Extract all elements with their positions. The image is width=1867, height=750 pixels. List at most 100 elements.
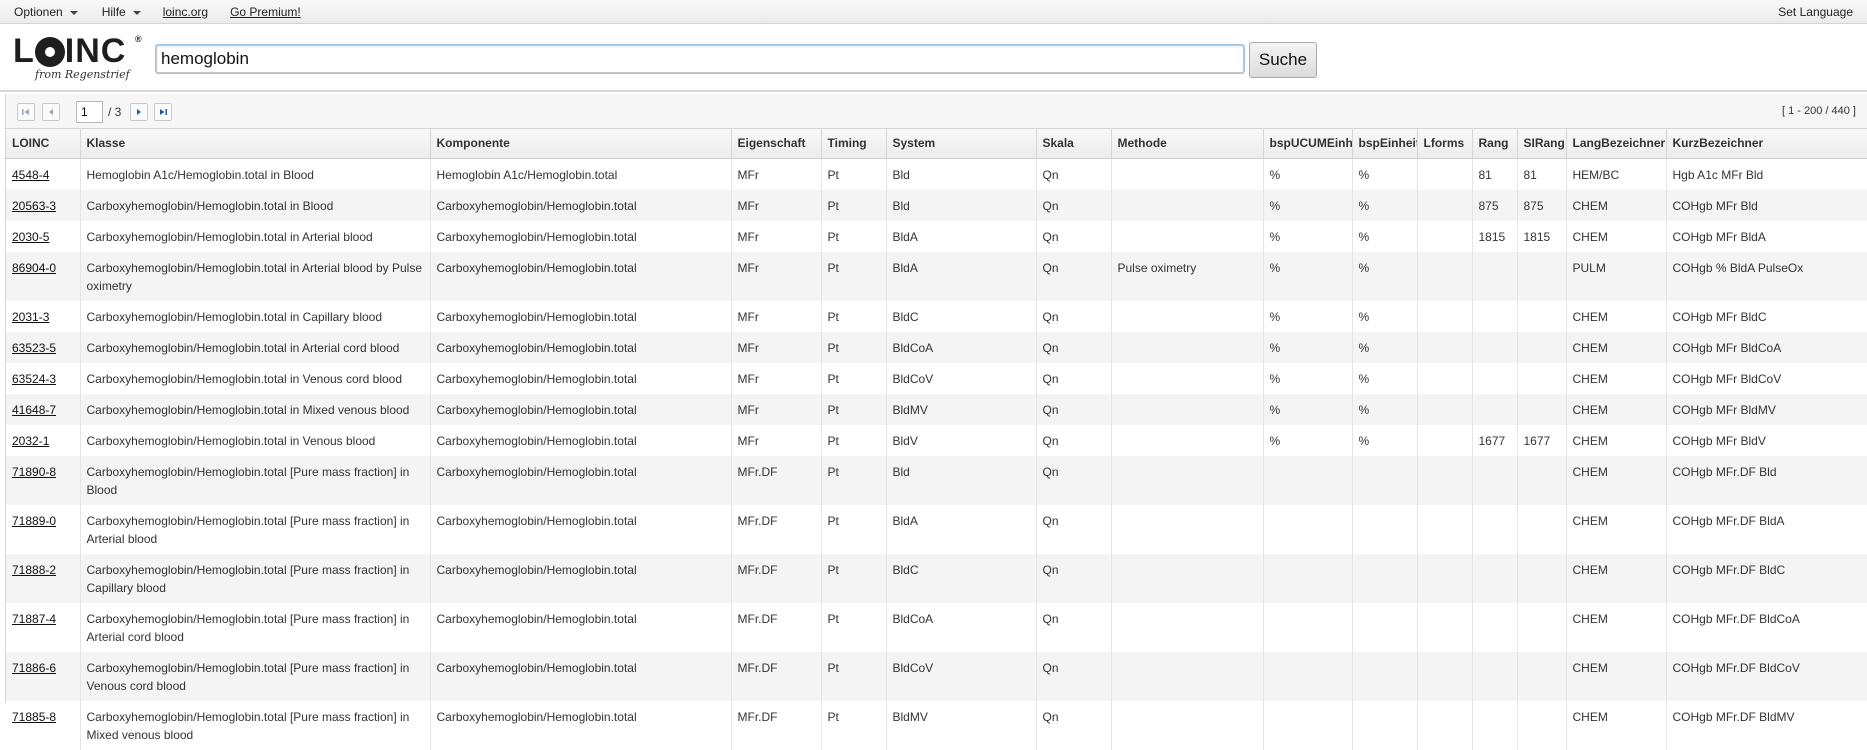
table-cell — [1417, 300, 1473, 332]
table-row[interactable]: 2031-3 Carboxyhemoglobin/Hemoglobin.total… — [6, 300, 1867, 332]
table-cell: Carboxyhemoglobin/Hemoglobin.total — [430, 424, 732, 456]
table-cell: COHgb MFr BldCoA — [1666, 331, 1867, 363]
table-row[interactable]: 2032-1 Carboxyhemoglobin/Hemoglobin.total… — [6, 424, 1867, 456]
loinc-code-link[interactable]: 2032-1 — [12, 434, 49, 448]
loinc-code-link[interactable]: 2031-3 — [12, 310, 49, 324]
page-number-input[interactable] — [76, 101, 103, 123]
table-row[interactable]: 63523-5 Carboxyhemoglobin/Hemoglobin.tota… — [6, 331, 1867, 363]
table-cell: 2032-1 — [6, 424, 81, 456]
table-cell: Pt — [821, 300, 887, 332]
next-page-button[interactable] — [130, 103, 148, 121]
table-cell — [1111, 455, 1264, 505]
table-row[interactable]: 2030-5 Carboxyhemoglobin/Hemoglobin.total… — [6, 220, 1867, 252]
column-header[interactable]: Komponente — [430, 129, 732, 159]
column-header[interactable]: Timing — [821, 129, 887, 159]
loinc-code-link[interactable]: 4548-4 — [12, 168, 49, 182]
table-cell: BldA — [886, 504, 1037, 554]
set-language-menu[interactable]: Set Language — [1778, 5, 1853, 19]
loinc-code-link[interactable]: 86904-0 — [12, 261, 56, 275]
table-cell: COHgb MFr.DF BldCoV — [1666, 651, 1867, 701]
table-cell: COHgb MFr.DF Bld — [1666, 455, 1867, 505]
table-cell: Pulse oximetry — [1111, 251, 1264, 301]
table-cell: Carboxyhemoglobin/Hemoglobin.total [Pure… — [80, 504, 431, 554]
column-header[interactable]: LOINC — [6, 129, 81, 159]
column-header[interactable]: KurzBezeichner — [1666, 129, 1867, 159]
loinc-code-link[interactable]: 63524-3 — [12, 372, 56, 386]
table-cell: Pt — [821, 189, 887, 221]
first-page-button[interactable] — [17, 103, 35, 121]
table-cell — [1111, 362, 1264, 394]
loinc-code-link[interactable]: 71890-8 — [12, 465, 56, 479]
loinc-code-link[interactable]: 71887-4 — [12, 612, 56, 626]
table-row[interactable]: 63524-3 Carboxyhemoglobin/Hemoglobin.tota… — [6, 362, 1867, 394]
menu-optionen[interactable]: Optionen — [14, 5, 78, 19]
table-row[interactable]: 71885-8 Carboxyhemoglobin/Hemoglobin.tota… — [6, 700, 1867, 750]
column-header[interactable]: Eigenschaft — [731, 129, 822, 159]
table-cell: 63524-3 — [6, 362, 81, 394]
table-cell — [1263, 602, 1353, 652]
menu-hilfe[interactable]: Hilfe — [102, 5, 141, 19]
column-header[interactable]: Rang — [1472, 129, 1518, 159]
table-cell: CHEM — [1566, 331, 1667, 363]
column-header[interactable]: Skala — [1036, 129, 1112, 159]
go-premium-link[interactable]: Go Premium! — [230, 5, 301, 19]
table-cell: Qn — [1036, 362, 1112, 394]
column-header[interactable]: Methode — [1111, 129, 1264, 159]
table-row[interactable]: 4548-4 Hemoglobin A1c/Hemoglobin.total in… — [6, 158, 1867, 190]
table-row[interactable]: 86904-0 Carboxyhemoglobin/Hemoglobin.tota… — [6, 251, 1867, 301]
column-header[interactable]: Klasse — [80, 129, 431, 159]
chevron-down-icon — [132, 11, 141, 15]
table-cell — [1111, 158, 1264, 190]
column-header[interactable]: bspUCUMEinheiten — [1263, 129, 1353, 159]
table-cell: Pt — [821, 393, 887, 425]
loinc-code-link[interactable]: 71885-8 — [12, 710, 56, 724]
column-header[interactable]: LangBezeichner — [1566, 129, 1667, 159]
table-row[interactable]: 71886-6 Carboxyhemoglobin/Hemoglobin.tota… — [6, 651, 1867, 701]
column-header[interactable]: System — [886, 129, 1037, 159]
table-cell — [1472, 362, 1518, 394]
table-cell — [1352, 700, 1418, 750]
table-cell: Hgb A1c MFr Bld — [1666, 158, 1867, 190]
table-cell: 63523-5 — [6, 331, 81, 363]
table-cell: 875 — [1472, 189, 1518, 221]
table-cell — [1111, 553, 1264, 603]
search-input[interactable] — [155, 44, 1245, 74]
table-cell: % — [1263, 158, 1353, 190]
loinc-code-link[interactable]: 41648-7 — [12, 403, 56, 417]
search-button[interactable]: Suche — [1249, 42, 1317, 78]
loinc-code-link[interactable]: 71886-6 — [12, 661, 56, 675]
table-cell: Carboxyhemoglobin/Hemoglobin.total — [430, 602, 732, 652]
table-cell: BldCoA — [886, 602, 1037, 652]
table-cell — [1517, 300, 1567, 332]
table-row[interactable]: 20563-3 Carboxyhemoglobin/Hemoglobin.tota… — [6, 189, 1867, 221]
loinc-code-link[interactable]: 63523-5 — [12, 341, 56, 355]
loinc-code-link[interactable]: 71888-2 — [12, 563, 56, 577]
table-cell: Pt — [821, 553, 887, 603]
column-header[interactable]: SIRang — [1517, 129, 1567, 159]
table-row[interactable]: 71887-4 Carboxyhemoglobin/Hemoglobin.tota… — [6, 602, 1867, 652]
table-cell: Carboxyhemoglobin/Hemoglobin.total — [430, 504, 732, 554]
table-cell — [1472, 455, 1518, 505]
table-cell — [1517, 553, 1567, 603]
column-header[interactable]: bspEinheiten — [1352, 129, 1418, 159]
table-cell — [1472, 331, 1518, 363]
prev-page-button[interactable] — [42, 103, 60, 121]
table-row[interactable]: 71890-8 Carboxyhemoglobin/Hemoglobin.tota… — [6, 455, 1867, 505]
loinc-code-link[interactable]: 71889-0 — [12, 514, 56, 528]
last-page-button[interactable] — [154, 103, 172, 121]
table-cell — [1417, 504, 1473, 554]
table-cell: 81 — [1517, 158, 1567, 190]
result-range: [ 1 - 200 / 440 ] — [1782, 105, 1856, 117]
loinc-org-link[interactable]: loinc.org — [163, 5, 208, 19]
loinc-code-link[interactable]: 2030-5 — [12, 230, 49, 244]
table-cell: COHgb MFr Bld — [1666, 189, 1867, 221]
table-row[interactable]: 41648-7 Carboxyhemoglobin/Hemoglobin.tota… — [6, 393, 1867, 425]
table-row[interactable]: 71888-2 Carboxyhemoglobin/Hemoglobin.tota… — [6, 553, 1867, 603]
table-cell — [1352, 553, 1418, 603]
next-page-icon — [137, 109, 141, 115]
table-cell — [1417, 251, 1473, 301]
column-header[interactable]: Lforms — [1417, 129, 1473, 159]
table-cell — [1111, 189, 1264, 221]
table-row[interactable]: 71889-0 Carboxyhemoglobin/Hemoglobin.tota… — [6, 504, 1867, 554]
loinc-code-link[interactable]: 20563-3 — [12, 199, 56, 213]
